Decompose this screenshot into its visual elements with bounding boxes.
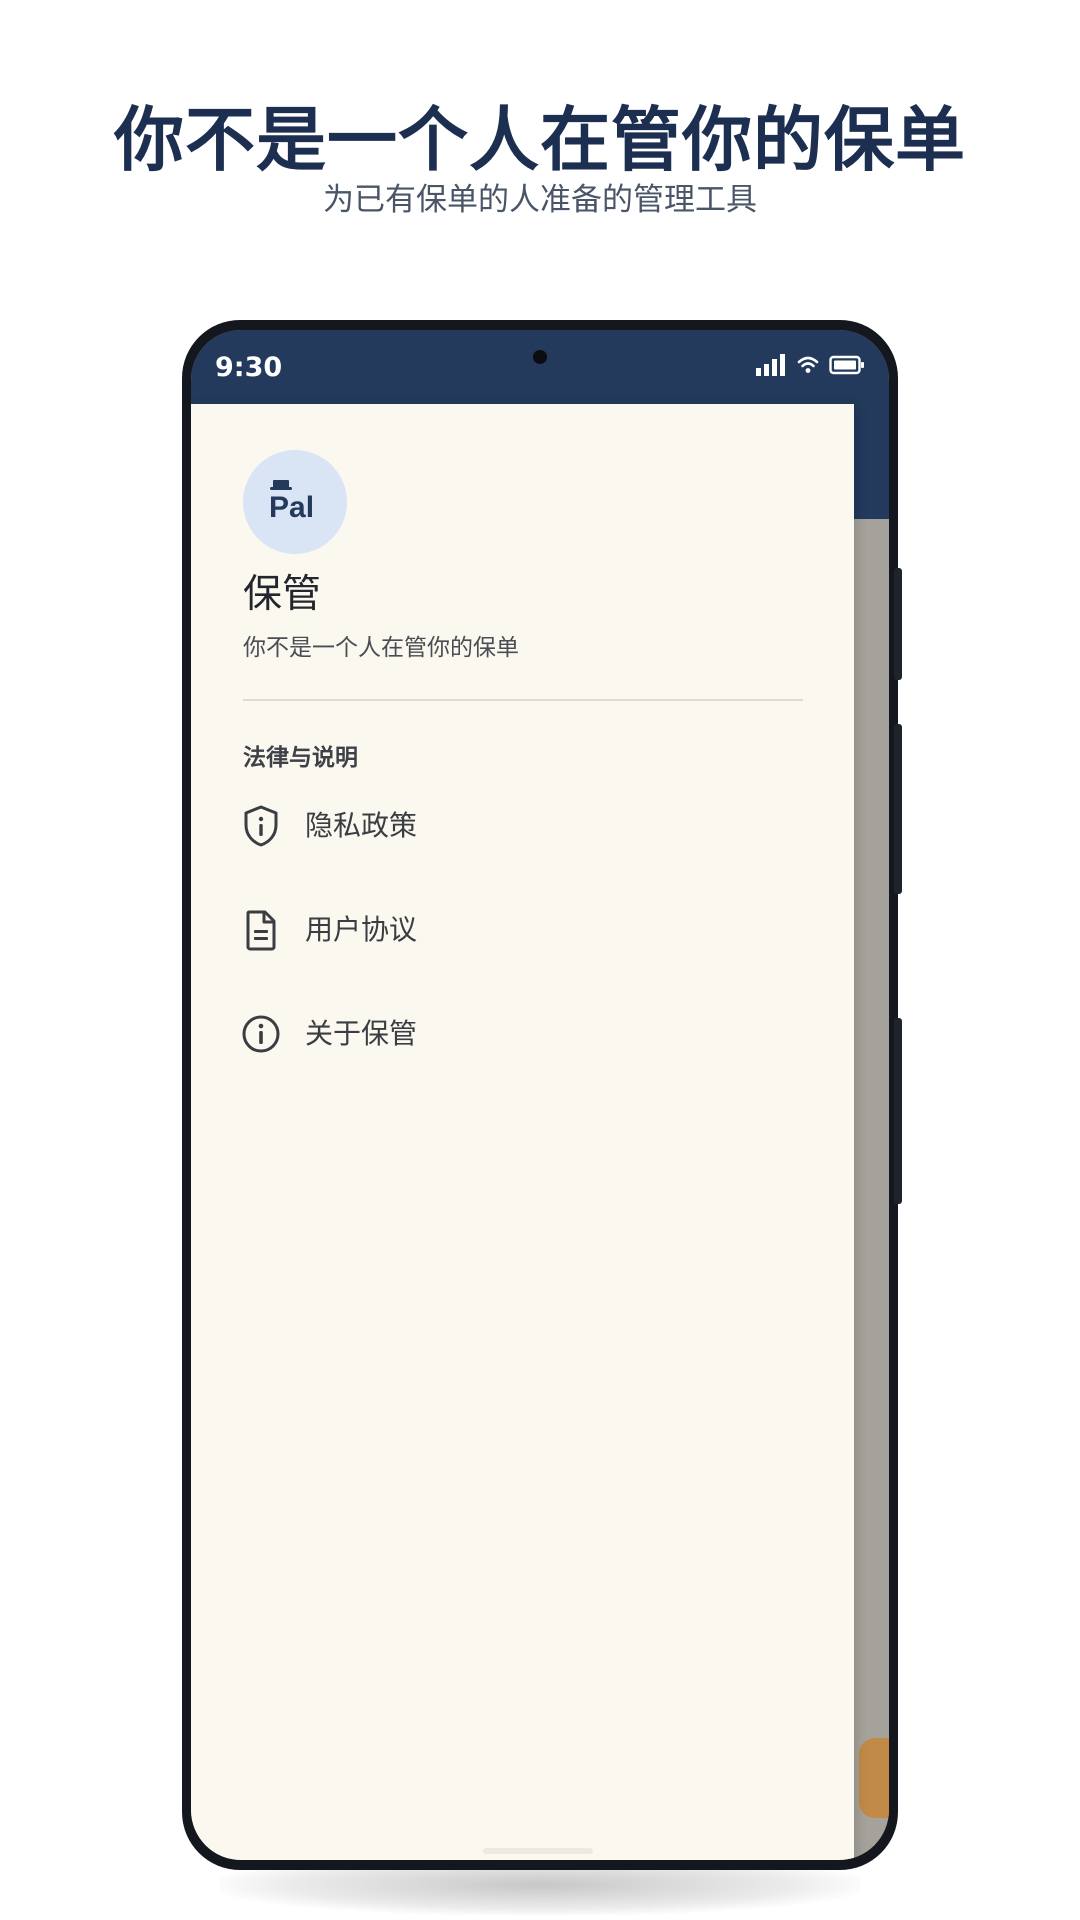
status-time: 9:30 [215,352,283,383]
phone-side-button [894,724,902,894]
battery-icon [829,355,865,379]
info-icon [237,1010,285,1058]
promo-subtitle: 为已有保单的人准备的管理工具 [323,182,757,218]
status-icons [755,352,865,382]
phone-side-button [894,568,902,680]
status-bar: 9:30 [191,330,889,404]
promo-title: 你不是一个人在管你的保单 [114,99,966,181]
phone-side-button [894,1018,902,1204]
promo-canvas: 你不是一个人在管你的保单 为已有保单的人准备的管理工具 9:30 Pal 保管 … [0,0,1080,1920]
app-logo: Pal [243,450,347,554]
shield-info-icon [237,802,285,850]
menu-item-user-agreement[interactable]: 用户协议 [225,888,825,972]
app-slogan: 你不是一个人在管你的保单 [243,635,519,661]
phone-frame: 9:30 Pal 保管 你不是一个人在管你的保单 法律与说明 隐私政策 用户协议… [182,320,902,1870]
menu-label: 用户协议 [305,913,418,946]
signal-icon [755,354,787,380]
document-icon [237,906,285,954]
menu-item-about[interactable]: 关于保管 [225,992,825,1076]
navigation-drawer: Pal 保管 你不是一个人在管你的保单 法律与说明 隐私政策 用户协议 关于保管 [191,404,854,1860]
section-title-legal: 法律与说明 [243,745,358,771]
phone-screen: 9:30 Pal 保管 你不是一个人在管你的保单 法律与说明 隐私政策 用户协议… [191,330,889,1860]
app-name: 保管 [243,572,322,617]
front-camera [533,350,547,364]
background-action-chip [859,1738,889,1818]
wifi-icon [797,355,819,379]
divider [243,699,803,701]
menu-label: 关于保管 [305,1017,418,1050]
menu-item-privacy-policy[interactable]: 隐私政策 [225,784,825,868]
app-logo-icon: Pal [269,480,314,524]
menu-label: 隐私政策 [305,809,418,842]
gesture-bar[interactable] [483,1848,593,1854]
logo-text: Pal [269,491,314,524]
